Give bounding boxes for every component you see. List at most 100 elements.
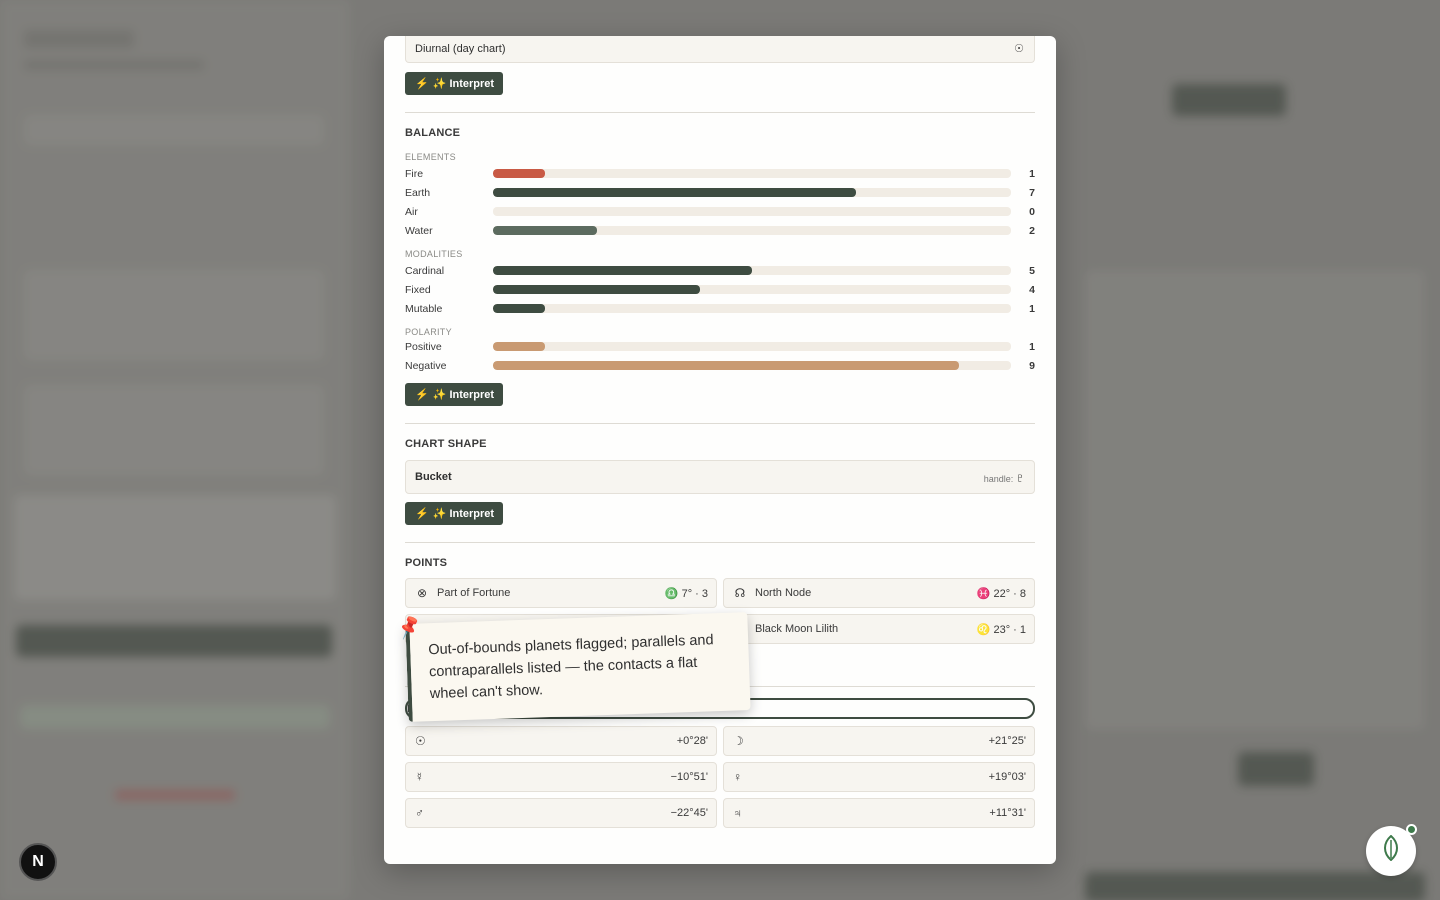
balance-bar-track xyxy=(493,226,1011,235)
balance-title: BALANCE xyxy=(405,127,461,139)
handle-label: handle: xyxy=(983,473,1014,484)
balance-label: Air xyxy=(405,205,418,218)
declination-card: ☿ −10°51' xyxy=(405,762,717,792)
balance-label: Fixed xyxy=(405,283,431,296)
planet-icon: ♂ xyxy=(415,806,424,820)
modalities-list: Cardinal 5 Fixed 4 Mutable 1 xyxy=(405,261,1035,318)
interpret-label: ✨ Interpret xyxy=(432,389,495,401)
balance-bar-fill xyxy=(493,285,701,294)
balance-row-fire: Fire 1 xyxy=(405,164,1035,183)
balance-bar-fill xyxy=(493,188,856,197)
balance-bar-fill xyxy=(493,361,960,370)
chart-shape-handle: handle: ♇ xyxy=(984,470,1025,485)
declination-card: ☉ +0°28' xyxy=(405,726,717,756)
point-card-north-node: ☊ North Node ♓ 22° · 8 xyxy=(723,578,1035,608)
sun-icon: ☉ xyxy=(1014,43,1024,55)
balance-label: Positive xyxy=(405,340,442,353)
balance-bar-track xyxy=(493,188,1011,197)
tooltip-text: Out-of-bounds planets flagged; parallels… xyxy=(428,632,714,703)
next-devtools-badge[interactable]: N xyxy=(19,843,57,881)
interpret-label: ✨ Interpret xyxy=(432,78,495,90)
balance-count: 4 xyxy=(1029,283,1035,296)
planet-icon: ♃ xyxy=(733,806,742,820)
magic-wand-icon: ⚡ xyxy=(415,78,429,90)
balance-bar-fill xyxy=(493,169,545,178)
balance-bar-track xyxy=(493,361,1011,370)
status-dot xyxy=(1406,824,1417,835)
balance-row-mutable: Mutable 1 xyxy=(405,299,1035,318)
magic-wand-icon: ⚡ xyxy=(415,389,429,401)
balance-row-air: Air 0 xyxy=(405,202,1035,221)
declination-value: +0°28' xyxy=(676,735,708,747)
part-of-fortune-icon: ⊗ xyxy=(416,586,428,600)
interpret-button[interactable]: ⚡ ✨ Interpret xyxy=(405,72,504,95)
planet-icon: ☽ xyxy=(733,734,744,748)
polarity-label: POLARITY xyxy=(405,327,452,337)
point-position: ♌ 23° · 1 xyxy=(976,623,1026,636)
balance-count: 9 xyxy=(1029,359,1035,372)
pluto-icon: ♇ xyxy=(1015,469,1025,485)
modalities-label: MODALITIES xyxy=(405,249,463,259)
magic-wand-icon: ⚡ xyxy=(415,508,429,520)
planet-icon: ☿ xyxy=(415,770,424,784)
chart-shape-title: CHART SHAPE xyxy=(405,438,487,450)
next-badge-label: N xyxy=(32,853,44,870)
declination-value: −22°45' xyxy=(670,807,708,819)
leaf-icon xyxy=(1381,834,1401,867)
divider xyxy=(405,542,1035,543)
balance-bar-track xyxy=(493,169,1011,178)
elements-label: ELEMENTS xyxy=(405,152,456,162)
sect-value: Diurnal (day chart) xyxy=(415,42,506,55)
point-card-part-of-fortune: ⊗ Part of Fortune ♎ 7° · 3 xyxy=(405,578,717,608)
declination-card: ☽ +21°25' xyxy=(723,726,1035,756)
point-position: ♎ 7° · 3 xyxy=(664,587,708,600)
balance-row-water: Water 2 xyxy=(405,221,1035,240)
balance-row-positive: Positive 1 xyxy=(405,337,1035,356)
balance-bar-fill xyxy=(493,342,545,351)
north-node-icon: ☊ xyxy=(734,586,746,600)
balance-bar-track xyxy=(493,304,1011,313)
declination-value: +21°25' xyxy=(988,735,1026,747)
declination-card: ♀ +19°03' xyxy=(723,762,1035,792)
balance-row-earth: Earth 7 xyxy=(405,183,1035,202)
balance-bar-fill xyxy=(493,266,752,275)
declination-value: −10°51' xyxy=(670,771,708,783)
balance-row-negative: Negative 9 xyxy=(405,356,1035,375)
balance-count: 7 xyxy=(1029,186,1035,199)
divider xyxy=(405,112,1035,113)
declination-card: ♂ −22°45' xyxy=(405,798,717,828)
chart-details-modal: Diurnal (day chart) ☉ ⚡ ✨ Interpret BALA… xyxy=(384,36,1056,864)
sect-field[interactable]: Diurnal (day chart) ☉ xyxy=(405,36,1035,63)
chart-shape-name: Bucket xyxy=(415,471,452,483)
declination-value: +19°03' xyxy=(988,771,1026,783)
balance-count: 1 xyxy=(1029,302,1035,315)
point-name: North Node xyxy=(755,587,812,599)
balance-row-fixed: Fixed 4 xyxy=(405,280,1035,299)
declination-card: ♃ +11°31' xyxy=(723,798,1035,828)
point-name: Black Moon Lilith xyxy=(755,623,839,635)
elements-list: Fire 1 Earth 7 Air 0 Water 2 xyxy=(405,164,1035,240)
interpret-button[interactable]: ⚡ ✨ Interpret xyxy=(405,383,504,406)
chart-shape-card: Bucket handle: ♇ xyxy=(405,460,1035,494)
balance-label: Negative xyxy=(405,359,447,372)
point-name: Part of Fortune xyxy=(437,587,511,599)
interpret-button[interactable]: ⚡ ✨ Interpret xyxy=(405,502,504,525)
balance-count: 1 xyxy=(1029,167,1035,180)
balance-bar-fill xyxy=(493,304,545,313)
divider xyxy=(405,423,1035,424)
balance-bar-track xyxy=(493,285,1011,294)
point-card-black-moon-lilith: ⚸ Black Moon Lilith ♌ 23° · 1 xyxy=(723,614,1035,644)
balance-count: 0 xyxy=(1029,205,1035,218)
balance-label: Earth xyxy=(405,186,431,199)
balance-row-cardinal: Cardinal 5 xyxy=(405,261,1035,280)
points-title: POINTS xyxy=(405,557,448,569)
balance-count: 5 xyxy=(1029,264,1035,277)
balance-bar-track xyxy=(493,266,1011,275)
balance-count: 1 xyxy=(1029,340,1035,353)
planet-icon: ♀ xyxy=(733,770,742,784)
point-position: ♓ 22° · 8 xyxy=(976,587,1026,600)
balance-label: Mutable xyxy=(405,302,443,315)
balance-label: Water xyxy=(405,224,433,237)
interpret-label: ✨ Interpret xyxy=(432,508,495,520)
tour-tooltip: Out-of-bounds planets flagged; parallels… xyxy=(405,612,751,722)
